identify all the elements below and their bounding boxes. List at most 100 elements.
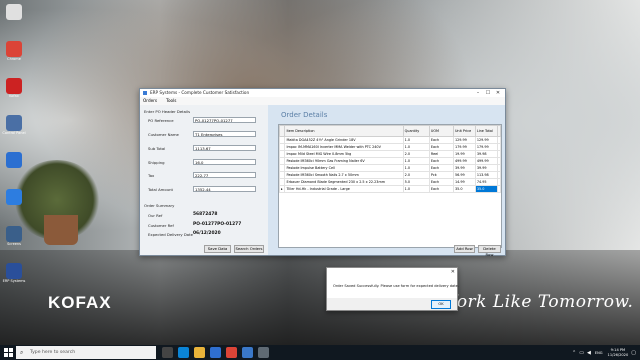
- table-cell[interactable]: 1.0: [402, 136, 430, 144]
- table-cell[interactable]: 499.99: [474, 157, 498, 165]
- table-cell[interactable]: Tiller Hd-Hk - Industrial Grade - Large: [284, 185, 404, 193]
- desktop-shortcut[interactable]: ERP Systems: [2, 263, 26, 299]
- minimize-icon[interactable]: –: [473, 89, 483, 97]
- desktop-shortcut[interactable]: Chrome: [2, 41, 26, 77]
- table-cell[interactable]: 35.0: [452, 185, 476, 193]
- table-cell[interactable]: 39.98: [474, 150, 498, 158]
- store-icon[interactable]: [210, 347, 221, 358]
- customer-name-field[interactable]: T1 Enterprises: [193, 131, 256, 137]
- table-cell[interactable]: 2.0: [402, 171, 430, 179]
- table-row[interactable]: ▸ Tiller Hd-Hk - Industrial Grade - Large…: [279, 185, 501, 193]
- table-cell[interactable]: Each: [428, 136, 454, 144]
- edge-icon[interactable]: [178, 347, 189, 358]
- sub-total-field[interactable]: 1113.67: [193, 145, 256, 151]
- filler-header: [496, 125, 501, 137]
- system-tray: ⌃ ▭ ◀ ENG 9:14 PM 11/26/2020 ▢: [569, 346, 636, 359]
- table-cell[interactable]: 179.99: [474, 143, 498, 151]
- table-cell[interactable]: Paslode Impulse Battery Cell: [284, 164, 404, 172]
- delete-row-button[interactable]: Delete Row: [478, 245, 501, 257]
- app-icon[interactable]: [242, 347, 253, 358]
- notification-icon[interactable]: ▢: [631, 350, 636, 356]
- file-explorer-icon[interactable]: [194, 347, 205, 358]
- network-icon[interactable]: ▭: [579, 350, 584, 356]
- close-icon[interactable]: ✕: [451, 269, 455, 275]
- table-cell[interactable]: Each: [428, 178, 454, 186]
- table-cell[interactable]: 129.99: [474, 136, 498, 144]
- desktop-shortcut[interactable]: [2, 4, 26, 40]
- table-cell[interactable]: 14.99: [452, 178, 476, 186]
- table-cell[interactable]: Each: [428, 185, 454, 193]
- table-row[interactable]: Paslode IM360ci 90mm Gas Framing Nailer …: [279, 157, 501, 165]
- ok-button[interactable]: OK: [431, 300, 451, 309]
- table-cell[interactable]: 19.99: [452, 150, 476, 158]
- po-reference-field[interactable]: PO-01277PO-01277: [193, 117, 256, 123]
- table-cell[interactable]: 1.0: [402, 143, 430, 151]
- table-cell[interactable]: Each: [428, 157, 454, 165]
- table-cell[interactable]: 35.0: [474, 185, 498, 193]
- table-cell[interactable]: Reel: [428, 150, 454, 158]
- app-icon: [6, 226, 22, 242]
- order-details-grid[interactable]: Item Description Quantity UOM Unit Price…: [278, 124, 502, 248]
- desktop-shortcut[interactable]: Kofax: [2, 78, 26, 114]
- save-confirmation-dialog: ✕ Order Saved Successfully. Please use f…: [326, 267, 459, 311]
- table-cell[interactable]: 5.0: [402, 178, 430, 186]
- volume-icon[interactable]: ◀: [587, 350, 591, 356]
- table-cell[interactable]: 39.99: [452, 164, 476, 172]
- desktop-shortcut[interactable]: [2, 152, 26, 188]
- table-cell[interactable]: Each: [428, 143, 454, 151]
- table-row[interactable]: Paslode IM360ci Smooth Nails 2.7 x 50mm 2…: [279, 171, 501, 179]
- table-cell[interactable]: 113.98: [474, 171, 498, 179]
- table-cell[interactable]: Each: [428, 164, 454, 172]
- menu-orders[interactable]: Orders: [143, 97, 157, 105]
- table-cell[interactable]: Makita DGA452Z 4½" Angle Grinder 18V: [284, 136, 404, 144]
- table-cell[interactable]: 2.0: [402, 150, 430, 158]
- windows-start-icon[interactable]: [4, 348, 13, 357]
- total-amount-field[interactable]: 1352.44: [193, 186, 256, 192]
- table-cell[interactable]: 1.0: [402, 185, 430, 193]
- table-cell[interactable]: Erbauer Diamond Blade Segmented 230 x 2.…: [284, 178, 404, 186]
- chevron-up-icon[interactable]: ⌃: [572, 350, 576, 356]
- table-row[interactable]: Impac Mild Steel MIG Wire 0.8mm 5kg 2.0 Re…: [279, 150, 501, 158]
- save-data-button[interactable]: Save Data: [204, 245, 231, 253]
- taskbar-search[interactable]: ⌕ Type here to search: [16, 346, 156, 359]
- table-cell[interactable]: Pck: [428, 171, 454, 179]
- chrome-icon[interactable]: [226, 347, 237, 358]
- table-cell[interactable]: 1.0: [402, 157, 430, 165]
- table-cell[interactable]: 74.95: [474, 178, 498, 186]
- table-cell[interactable]: 499.99: [452, 157, 476, 165]
- desktop-shortcut[interactable]: [2, 189, 26, 225]
- table-cell[interactable]: 39.99: [474, 164, 498, 172]
- menu-tools[interactable]: Tools: [166, 97, 176, 105]
- table-row[interactable]: Makita DGA452Z 4½" Angle Grinder 18V 1.0 E…: [279, 136, 501, 144]
- desktop-shortcut[interactable]: Control Panel: [2, 115, 26, 151]
- table-cell[interactable]: 56.99: [452, 171, 476, 179]
- close-icon[interactable]: ✕: [493, 89, 503, 97]
- search-orders-button[interactable]: Search Orders: [234, 245, 264, 253]
- table-cell[interactable]: 179.99: [452, 143, 476, 151]
- shipping-field[interactable]: 16.0: [193, 159, 256, 165]
- table-cell[interactable]: Paslode IM360ci Smooth Nails 2.7 x 50mm: [284, 171, 404, 179]
- table-row[interactable]: Paslode Impulse Battery Cell 1.0 Each 39.99…: [279, 164, 501, 172]
- delivery-date-label: Expected Delivery Date: [148, 232, 193, 237]
- app-icon[interactable]: [258, 347, 269, 358]
- language-indicator[interactable]: ENG: [595, 351, 603, 355]
- add-row-button[interactable]: Add Row: [454, 245, 475, 253]
- tax-field[interactable]: 222.77: [193, 172, 256, 178]
- clock[interactable]: 9:14 PM 11/26/2020: [608, 348, 629, 357]
- window-titlebar[interactable]: ERP Systems - Complete Customer Satisfac…: [140, 89, 505, 97]
- desktop-shortcut[interactable]: Screens: [2, 226, 26, 262]
- column-header[interactable]: Item Description: [284, 125, 404, 137]
- table-cell[interactable]: Paslode IM360ci 90mm Gas Framing Nailer …: [284, 157, 404, 165]
- task-view-icon[interactable]: [162, 347, 173, 358]
- column-header[interactable]: Line Total: [474, 125, 498, 137]
- table-cell[interactable]: 1.0: [402, 164, 430, 172]
- column-header[interactable]: UOM: [428, 125, 454, 137]
- table-row[interactable]: Impac IM-MMA160I Inverter MMA Welder wit…: [279, 143, 501, 151]
- table-cell[interactable]: 129.99: [452, 136, 476, 144]
- table-row[interactable]: Erbauer Diamond Blade Segmented 230 x 2.…: [279, 178, 501, 186]
- table-cell[interactable]: Impac IM-MMA160I Inverter MMA Welder wit…: [284, 143, 404, 151]
- column-header[interactable]: Unit Price: [452, 125, 476, 137]
- column-header[interactable]: Quantity: [402, 125, 430, 137]
- maximize-icon[interactable]: ☐: [483, 89, 493, 97]
- table-cell[interactable]: Impac Mild Steel MIG Wire 0.8mm 5kg: [284, 150, 404, 158]
